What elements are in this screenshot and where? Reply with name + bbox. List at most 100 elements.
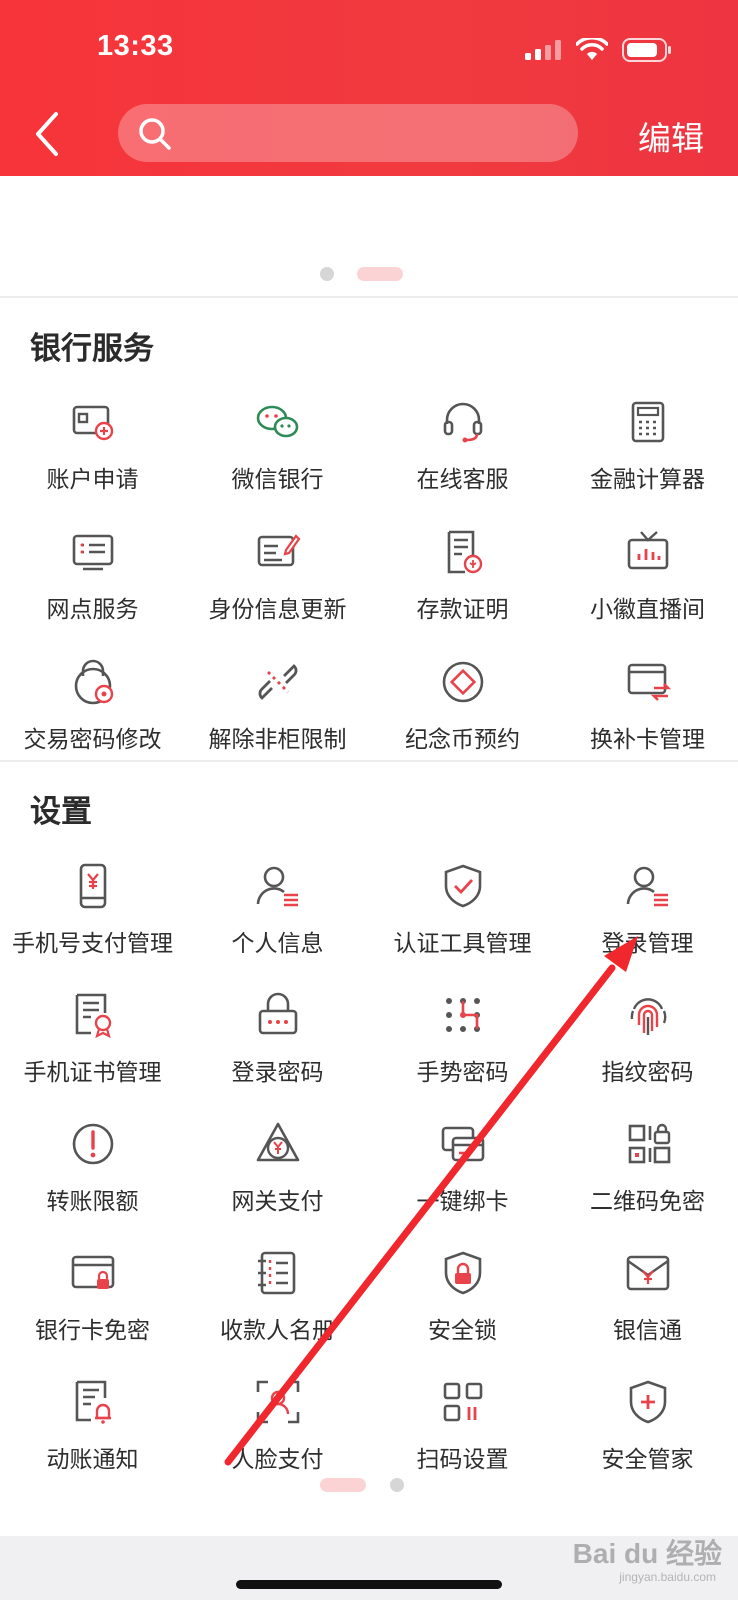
menu-item[interactable]: 登录管理 — [555, 854, 738, 984]
menu-item-label: 换补卡管理 — [590, 727, 705, 753]
back-button[interactable] — [28, 108, 68, 160]
menu-item-label: 安全管家 — [601, 1447, 694, 1473]
edit-button[interactable]: 编辑 — [638, 112, 704, 160]
page-dot-active[interactable] — [320, 1478, 366, 1492]
shield-lock-icon — [444, 1251, 481, 1295]
envelope-yuan-icon — [626, 1255, 669, 1291]
menu-item[interactable]: 指纹密码 — [555, 983, 738, 1113]
lock-gear-icon — [74, 659, 113, 705]
menu-item[interactable]: 安全锁 — [370, 1241, 555, 1371]
carousel-dot[interactable] — [320, 267, 334, 281]
page-dot[interactable] — [390, 1478, 404, 1492]
menu-item-label: 金融计算器 — [590, 467, 705, 493]
menu-item-label: 银信通 — [613, 1318, 682, 1344]
menu-item-label: 动账通知 — [46, 1447, 139, 1473]
menu-item[interactable]: 手势密码 — [370, 983, 555, 1113]
menu-item[interactable]: 银行卡免密 — [0, 1241, 185, 1371]
menu-item-label: 登录密码 — [231, 1060, 324, 1086]
menu-item-label: 网关支付 — [231, 1189, 324, 1215]
baidu-watermark-url: jingyan.baidu.com — [619, 1570, 716, 1584]
menu-item[interactable]: 微信银行 — [185, 390, 370, 520]
tv-live-icon — [627, 531, 668, 570]
menu-item[interactable]: 个人信息 — [185, 854, 370, 984]
shield-plus-icon — [629, 1380, 666, 1424]
menu-item[interactable]: 登录密码 — [185, 983, 370, 1113]
menu-item-label: 解除非柜限制 — [208, 727, 347, 753]
menu-item-label: 个人信息 — [231, 931, 324, 957]
carousel-dot-active[interactable] — [357, 267, 403, 281]
exclamation-icon — [72, 1123, 113, 1165]
menu-item-label: 账户申请 — [46, 467, 139, 493]
menu-item-label: 二维码免密 — [590, 1189, 705, 1215]
menu-item[interactable]: 转账限额 — [0, 1112, 185, 1242]
menu-item[interactable]: 安全管家 — [555, 1370, 738, 1500]
fingerprint-icon — [630, 998, 666, 1035]
branch-list-icon — [72, 534, 113, 571]
menu-item-label: 安全锁 — [428, 1318, 497, 1344]
menu-item[interactable]: 在线客服 — [370, 390, 555, 520]
unlink-icon — [258, 664, 297, 700]
home-indicator[interactable] — [236, 1580, 502, 1589]
menu-item[interactable]: 手机号支付管理 — [0, 854, 185, 984]
scan-settings-icon — [443, 1382, 482, 1422]
login-manage-icon — [626, 866, 668, 907]
menu-item-label: 银行卡免密 — [35, 1318, 150, 1344]
menu-item[interactable]: 金融计算器 — [555, 390, 738, 520]
account-apply-icon — [72, 405, 113, 441]
headset-icon — [443, 402, 482, 443]
gesture-icon — [445, 998, 480, 1032]
menu-item[interactable]: 身份信息更新 — [185, 520, 370, 650]
menu-item-label: 认证工具管理 — [393, 931, 532, 957]
gateway-pay-icon — [256, 1122, 299, 1162]
divider — [0, 296, 738, 298]
wifi-icon — [576, 38, 608, 60]
coin-icon — [442, 661, 483, 703]
menu-item-label: 在线客服 — [416, 467, 509, 493]
menu-item-label: 微信银行 — [231, 467, 324, 493]
menu-item[interactable]: 网点服务 — [0, 520, 185, 650]
menu-item[interactable]: 网关支付 — [185, 1112, 370, 1242]
id-edit-icon — [257, 534, 300, 567]
menu-item-label: 存款证明 — [416, 597, 509, 623]
menu-item-label: 扫码设置 — [416, 1447, 509, 1473]
section-title-bank-services: 银行服务 — [30, 331, 154, 367]
battery-icon — [622, 38, 671, 62]
menu-item[interactable]: 二维码免密 — [555, 1112, 738, 1242]
menu-item[interactable]: 小徽直播间 — [555, 520, 738, 650]
shield-check-icon — [444, 864, 481, 908]
deposit-certificate-icon — [447, 530, 482, 574]
card-swap-icon — [627, 663, 671, 701]
menu-item-label: 收款人名册 — [220, 1318, 335, 1344]
menu-item-label: 纪念币预约 — [405, 727, 520, 753]
card-lock-icon — [71, 1255, 114, 1289]
search-bar[interactable] — [118, 104, 578, 162]
menu-item[interactable]: 一键绑卡 — [370, 1112, 555, 1242]
search-icon — [139, 118, 171, 150]
menu-item[interactable]: 手机证书管理 — [0, 983, 185, 1113]
status-time: 13:33 — [97, 30, 174, 62]
menu-item[interactable]: 收款人名册 — [185, 1241, 370, 1371]
notice-bell-icon — [75, 1380, 111, 1424]
menu-item[interactable]: 动账通知 — [0, 1370, 185, 1500]
bind-card-icon — [441, 1126, 484, 1162]
status-icons — [524, 36, 672, 64]
menu-item[interactable]: 认证工具管理 — [370, 854, 555, 984]
section-title-settings: 设置 — [30, 794, 92, 830]
signal-icon — [525, 40, 561, 60]
menu-item-label: 登录管理 — [601, 931, 694, 957]
menu-item[interactable]: 账户申请 — [0, 390, 185, 520]
payee-book-icon — [257, 1251, 295, 1295]
wechat-icon — [256, 405, 298, 438]
person-info-icon — [256, 866, 298, 907]
search-input[interactable] — [188, 114, 558, 152]
password-lock-icon — [258, 992, 297, 1035]
menu-item-label: 一键绑卡 — [416, 1189, 509, 1215]
menu-item-label: 转账限额 — [46, 1189, 139, 1215]
menu-item-label: 网点服务 — [46, 597, 139, 623]
chevron-left-icon — [36, 112, 58, 156]
menu-item[interactable]: 银信通 — [555, 1241, 738, 1371]
banner-carousel[interactable] — [0, 176, 738, 298]
menu-item-label: 指纹密码 — [601, 1060, 694, 1086]
app-header: 13:33 编辑 — [0, 0, 738, 176]
menu-item[interactable]: 存款证明 — [370, 520, 555, 650]
